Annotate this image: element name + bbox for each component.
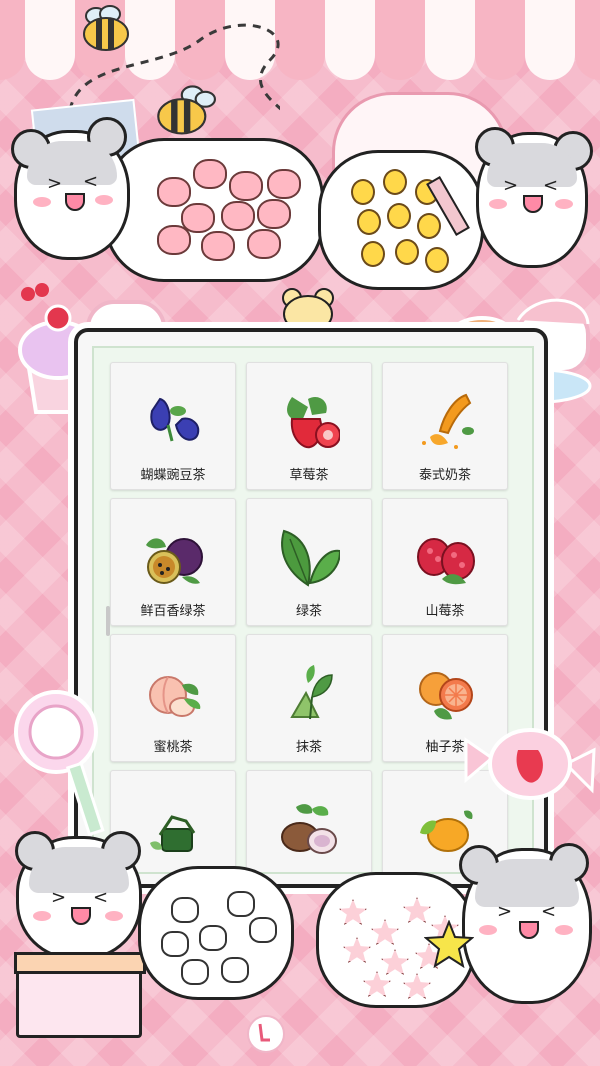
lollipop-sticker [14,690,105,837]
hamster-character: > < [459,843,592,1004]
bee-icon [83,5,129,51]
menu-item-label: 蝴蝶豌豆茶 [140,468,206,483]
taro-icon [281,804,337,854]
menu-item-raspberry-tea[interactable]: 山莓茶 [382,498,508,626]
menu-item-green-tea[interactable]: 绿茶 [246,498,372,626]
menu-item-label: 抹茶 [295,740,322,755]
thai-milk-tea-icon [422,393,474,449]
gift-box-lid [14,952,146,974]
menu-item-label: 鲜百香绿茶 [140,604,206,619]
menu-item-strawberry-tea[interactable]: 草莓茶 [246,362,372,490]
menu-item-butterfly-pea-tea[interactable]: 蝴蝶豌豆茶 [110,362,236,490]
menu-item-label: 绿茶 [295,604,322,619]
menu-item-label: 泰式奶茶 [418,468,471,483]
menu-item-thai-milk-tea[interactable]: 泰式奶茶 [382,362,508,490]
grapefruit-icon [419,672,473,720]
menu-item-peach-tea[interactable]: 蜜桃茶 [110,634,236,762]
pig-thought-bubble [104,138,324,282]
bee-icon [157,85,216,135]
hamster-character: > < [15,831,142,960]
menu-item-passion-fruit-green-tea[interactable]: 鲜百香绿茶 [110,498,236,626]
strawberry-candy-sticker [464,728,596,800]
tea-herb-icon [150,815,196,852]
passion-fruit-icon [146,538,203,584]
menu-item-label: 蜜桃茶 [153,740,193,755]
hamster-character: > < [11,117,130,260]
menu-item-label: 草莓茶 [289,468,329,483]
mouse-logo-icon [247,1015,285,1053]
raspberry-icon [417,538,475,585]
green-tea-leaf-icon [281,529,340,587]
scrollbar[interactable] [106,606,110,636]
star-wand-icon [424,920,474,968]
hamster-character: > < [475,127,593,268]
cat-thought-bubble [138,866,294,1000]
menu-item-taro-tea[interactable] [246,770,372,872]
menu-item-label: 山莓茶 [425,604,465,619]
matcha-icon [290,665,333,720]
butterfly-pea-icon [150,397,200,442]
strawberry-icon [287,396,340,449]
peach-icon [149,676,201,717]
menu-item-matcha[interactable]: 抹茶 [246,634,372,762]
